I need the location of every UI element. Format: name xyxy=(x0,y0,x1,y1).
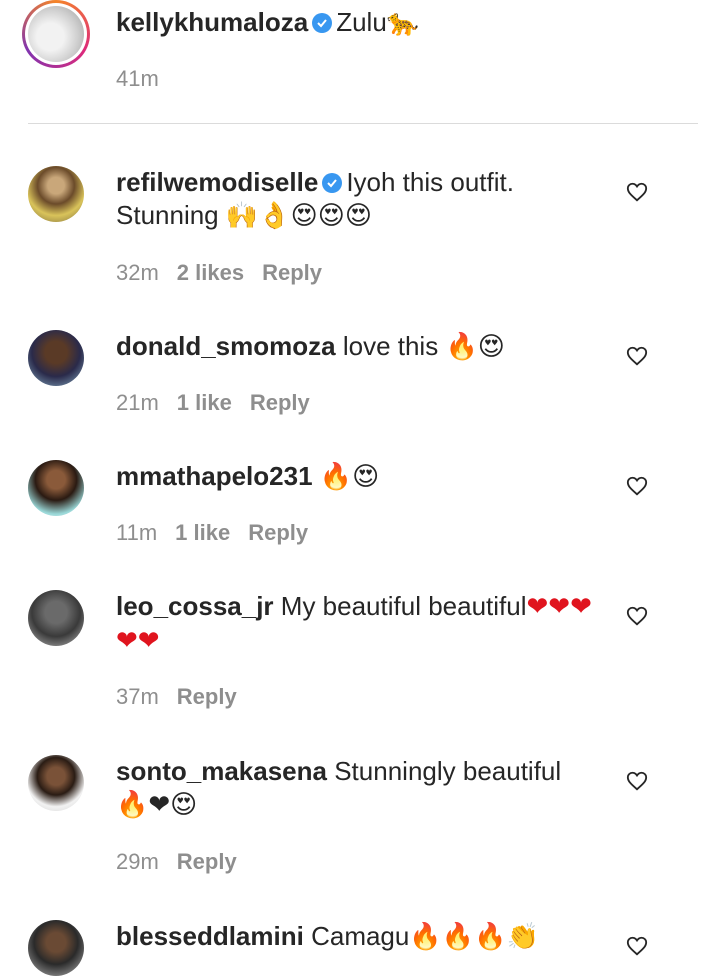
comment-text: sonto_makasena Stunningly beautiful 🔥❤😍 xyxy=(116,755,596,822)
avatar[interactable] xyxy=(28,920,84,976)
divider xyxy=(28,123,698,124)
avatar-story-ring[interactable] xyxy=(22,0,90,68)
reply-button[interactable]: Reply xyxy=(250,390,310,415)
comment-emoji: 🔥😍 xyxy=(445,332,505,362)
avatar xyxy=(28,6,84,62)
caption-emoji: 🐆 xyxy=(386,8,420,38)
likes-count[interactable]: 2 likes xyxy=(177,260,244,285)
comment-text: refilwemodiselle Iyoh this outfit. Stunni… xyxy=(116,166,596,233)
comment-body: Camagu xyxy=(311,921,410,951)
comment-emoji: 🔥😍 xyxy=(319,462,380,492)
avatar[interactable] xyxy=(28,330,84,386)
comment-time: 32m xyxy=(116,260,159,285)
avatar[interactable] xyxy=(28,755,84,811)
comment-meta: 29m Reply xyxy=(116,849,255,875)
reply-button[interactable]: Reply xyxy=(262,260,322,285)
reply-button[interactable]: Reply xyxy=(177,684,237,709)
caption-username[interactable]: kellykhumaloza xyxy=(116,7,308,37)
caption-body: Zulu xyxy=(336,7,387,37)
comment-time: 11m xyxy=(116,520,158,545)
verified-badge-icon xyxy=(312,13,333,33)
comment-body xyxy=(313,461,320,491)
caption-text: kellykhumaloza Zulu🐆 xyxy=(116,6,676,40)
comment-username[interactable]: blesseddlamini xyxy=(116,921,304,951)
comment-text: mmathapelo231 🔥😍 xyxy=(116,460,596,494)
comment-username[interactable]: leo_cossa_jr xyxy=(116,591,274,621)
likes-count[interactable]: 1 like xyxy=(175,520,230,545)
comment-body: My beautiful beautiful xyxy=(280,591,527,621)
avatar[interactable] xyxy=(28,460,84,516)
heart-outline-icon[interactable] xyxy=(626,475,648,497)
comment-text: blesseddlamini Camagu🔥🔥🔥👏 xyxy=(116,920,596,954)
comment-emoji: 🔥🔥🔥👏 xyxy=(409,922,539,952)
comment-time: 29m xyxy=(116,849,159,874)
comment-emoji: 🔥❤😍 xyxy=(116,790,198,820)
verified-badge-icon xyxy=(322,173,343,193)
comment-time: 21m xyxy=(116,390,159,415)
comment-body: Stunningly beautiful xyxy=(334,756,562,786)
heart-outline-icon[interactable] xyxy=(626,345,648,367)
comment-meta: 21m 1 like Reply xyxy=(116,390,328,416)
comment-body: love this xyxy=(342,331,446,361)
heart-outline-icon[interactable] xyxy=(626,770,648,792)
likes-count[interactable]: 1 like xyxy=(177,390,232,415)
comment-time: 37m xyxy=(116,684,159,709)
avatar[interactable] xyxy=(28,166,84,222)
comment-text: donald_smomoza love this 🔥😍 xyxy=(116,330,596,364)
reply-button[interactable]: Reply xyxy=(177,849,237,874)
comment-meta: 37m Reply xyxy=(116,684,255,710)
avatar[interactable] xyxy=(28,590,84,646)
comment-text: leo_cossa_jr My beautiful beautiful❤❤❤❤❤ xyxy=(116,590,596,658)
comment-username[interactable]: donald_smomoza xyxy=(116,331,336,361)
comment-meta: 11m 1 like Reply xyxy=(116,520,326,546)
caption-meta: 41m xyxy=(116,66,177,92)
comment-username[interactable]: sonto_makasena xyxy=(116,756,327,786)
heart-outline-icon[interactable] xyxy=(626,935,648,957)
reply-button[interactable]: Reply xyxy=(248,520,308,545)
heart-outline-icon[interactable] xyxy=(626,605,648,627)
caption-time: 41m xyxy=(116,66,159,91)
comment-username[interactable]: refilwemodiselle xyxy=(116,167,318,197)
comment-meta: 32m 2 likes Reply xyxy=(116,260,340,286)
comment-username[interactable]: mmathapelo231 xyxy=(116,461,313,491)
comment-emoji: 🙌👌😍😍😍 xyxy=(225,201,372,231)
heart-outline-icon[interactable] xyxy=(626,181,648,203)
post-caption: kellykhumaloza Zulu🐆 41m xyxy=(0,0,720,124)
